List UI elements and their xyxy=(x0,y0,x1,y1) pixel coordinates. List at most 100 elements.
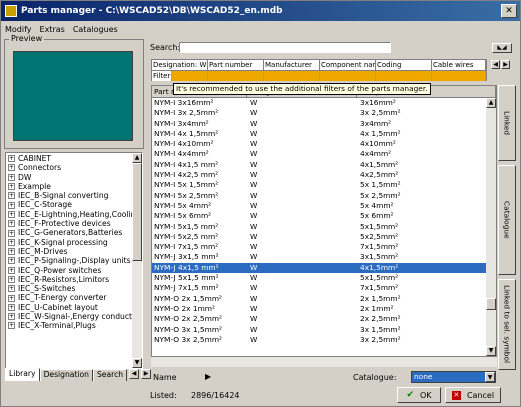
tree-item[interactable]: + DW xyxy=(8,173,142,182)
table-row[interactable]: NYM-O 2x 1mm² W 2x 1mm² xyxy=(152,304,496,314)
filter-col-part-number[interactable]: Part number xyxy=(208,60,264,71)
tree-item[interactable]: + Example xyxy=(8,182,142,191)
table-row[interactable]: NYM-O 2x 2,5mm² W 2x 2,5mm² xyxy=(152,314,496,324)
table-row[interactable]: NYM-J 3x1,5 mm² W 3x1,5mm² xyxy=(152,252,496,262)
expand-icon[interactable]: + xyxy=(8,322,15,330)
expand-icon[interactable]: + xyxy=(8,248,15,256)
expand-icon[interactable]: + xyxy=(8,303,15,311)
tree-item[interactable]: + IEC_E-Lightning,Heating,Cooling xyxy=(8,210,142,219)
table-row[interactable]: NYM-I 4x1,5 mm² W 4x1,5mm² xyxy=(152,160,496,170)
filter-col-manufacturer[interactable]: Manufacturer xyxy=(264,60,320,71)
tab-catalogue[interactable]: Catalogue xyxy=(498,165,516,275)
table-row[interactable]: NYM-J 5x1,5 mm² W 5x1,5mm² xyxy=(152,273,496,283)
tree-item[interactable]: + IEC_S-Switches xyxy=(8,284,142,293)
table-row[interactable]: NYM-I 3x16mm² W 3x16mm² xyxy=(152,98,496,108)
tree-item[interactable]: + IEC_M-Drives xyxy=(8,247,142,256)
tree-item[interactable]: + IEC_K-Signal processing xyxy=(8,238,142,247)
tree-item[interactable]: + IEC_T-Energy converter xyxy=(8,293,142,302)
list-hscrollbar[interactable] xyxy=(151,357,497,367)
name-arrow-icon[interactable]: ▶ xyxy=(205,372,211,381)
tree-item[interactable]: + IEC_R-Resistors,Limitors xyxy=(8,275,142,284)
tree-item[interactable]: + IEC_Q-Power switches xyxy=(8,266,142,275)
expand-icon[interactable]: + xyxy=(8,229,15,237)
tab-linked[interactable]: Linked xyxy=(498,85,516,161)
expand-icon[interactable]: + xyxy=(8,173,15,181)
filter-cell[interactable] xyxy=(264,71,320,81)
scroll-thumb[interactable] xyxy=(132,163,142,261)
table-row[interactable]: NYM-O 3x 2,5mm² W 3x 2,5mm² xyxy=(152,335,496,345)
expand-icon[interactable]: + xyxy=(8,220,15,228)
filter-prev-icon[interactable]: ◀ xyxy=(491,60,500,69)
menu-modify[interactable]: Modify xyxy=(1,25,36,34)
expand-icon[interactable]: + xyxy=(8,192,15,200)
ok-button[interactable]: ✔ OK xyxy=(397,387,441,403)
tree-item[interactable]: + IEC_B-Signal converting xyxy=(8,191,142,200)
table-row[interactable]: NYM-I 5x 6mm² W 5x 6mm² xyxy=(152,211,496,221)
expand-icon[interactable]: + xyxy=(8,257,15,265)
title-bar[interactable]: Parts manager - C:\WSCAD52\DB\WSCAD52_en… xyxy=(1,1,520,21)
filter-cell[interactable] xyxy=(376,71,432,81)
scroll-down-icon[interactable]: ▼ xyxy=(486,346,496,356)
tree-item[interactable]: + IEC_U-Cabinet layout xyxy=(8,303,142,312)
filter-col-component-name[interactable]: Component nam xyxy=(320,60,376,71)
expand-icon[interactable]: + xyxy=(8,164,15,172)
table-row[interactable]: NYM-I 5x 2,5mm² W 5x 2,5mm² xyxy=(152,191,496,201)
table-row[interactable]: NYM-I 7x1,5 mm² W 7x1,5mm² xyxy=(152,242,496,252)
expand-icon[interactable]: + xyxy=(8,238,15,246)
close-button[interactable]: ✕ xyxy=(501,4,517,18)
tree-item[interactable]: + IEC_W-Signal-,Energy conductor xyxy=(8,312,142,321)
filter-col-designation[interactable]: Designation: W xyxy=(152,60,208,71)
table-row[interactable]: NYM-I 3x 2,5mm² W 3x 2,5mm² xyxy=(152,108,496,118)
scroll-up-icon[interactable]: ▲ xyxy=(486,98,496,108)
expand-icon[interactable]: + xyxy=(8,285,15,293)
table-row[interactable]: NYM-I 4x 1,5mm² W 4x 1,5mm² xyxy=(152,129,496,139)
tab-prev-icon[interactable]: ◀ xyxy=(129,369,140,379)
table-row[interactable]: NYM-O 2x 1,5mm² W 2x 1,5mm² xyxy=(152,294,496,304)
expand-icon[interactable]: + xyxy=(8,210,15,218)
tree-item[interactable]: + IEC_X-Terminal,Plugs xyxy=(8,321,142,330)
tab-linked-to-symbol[interactable]: Linked to sel. symbol xyxy=(498,279,516,370)
tree-item[interactable]: + IEC_C-Storage xyxy=(8,200,142,209)
search-input[interactable] xyxy=(179,42,391,53)
scroll-up-icon[interactable]: ▲ xyxy=(132,153,142,163)
filter-cell[interactable] xyxy=(172,71,208,81)
table-row[interactable]: NYM-O 3x 1,5mm² W 3x 1,5mm² xyxy=(152,325,496,335)
expand-icon[interactable]: + xyxy=(8,155,15,163)
expand-icon[interactable]: + xyxy=(8,183,15,191)
expand-icon[interactable]: + xyxy=(8,294,15,302)
table-row[interactable]: NYM-I 5x2,5 mm² W 5x2,5mm² xyxy=(152,232,496,242)
table-row[interactable]: NYM-I 4x4mm² W 4x4mm² xyxy=(152,149,496,159)
tree-item[interactable]: + IEC_G-Generators,Batteries xyxy=(8,228,142,237)
filter-grid[interactable]: Designation: W Part number Manufacturer … xyxy=(151,59,487,81)
tree-scrollbar[interactable]: ▲ ▼ xyxy=(132,153,142,368)
tree-item[interactable]: + IEC_P-Signaling-,Display units xyxy=(8,256,142,265)
filter-col-cable-wires[interactable]: Cable wires xyxy=(432,60,486,71)
menu-catalogues[interactable]: Catalogues xyxy=(69,25,122,34)
table-row[interactable]: NYM-I 5x 4mm² W 5x 4mm² xyxy=(152,201,496,211)
filter-cell[interactable] xyxy=(208,71,264,81)
filter-cell[interactable] xyxy=(320,71,376,81)
expand-icon[interactable]: + xyxy=(8,201,15,209)
table-row[interactable]: NYM-I 5x 1,5mm² W 5x 1,5mm² xyxy=(152,180,496,190)
tree-item[interactable]: + CABINET xyxy=(8,154,142,163)
expand-icon[interactable]: + xyxy=(8,276,15,283)
tab-next-icon[interactable]: ▶ xyxy=(141,369,152,379)
tree-item[interactable]: + Connectors xyxy=(8,163,142,172)
expand-icon[interactable]: + xyxy=(8,313,15,321)
tree-item[interactable]: + IEC_F-Protective devices xyxy=(8,219,142,228)
scroll-down-icon[interactable]: ▼ xyxy=(132,358,142,368)
table-row[interactable]: NYM-I 4x2,5 mm² W 4x2,5mm² xyxy=(152,170,496,180)
library-tree[interactable]: + CABINET + Connectors + DW + Example + IEC_B-Sig… xyxy=(5,152,143,369)
filter-cell[interactable] xyxy=(432,71,486,81)
tab-designation[interactable]: Designation xyxy=(39,369,93,381)
filter-col-coding[interactable]: Coding xyxy=(376,60,432,71)
cancel-button[interactable]: ✕ Cancel xyxy=(445,387,501,403)
chevron-down-icon[interactable]: ▼ xyxy=(485,372,495,382)
tab-library[interactable]: Library xyxy=(5,368,40,381)
table-row[interactable]: NYM-I 3x4mm² W 3x4mm² xyxy=(152,119,496,129)
menu-extras[interactable]: Extras xyxy=(36,25,69,34)
expand-icon[interactable]: + xyxy=(8,266,15,274)
sort-toggle-button[interactable]: ◣◢ xyxy=(492,43,512,53)
table-row[interactable]: NYM-I 4x10mm² W 4x10mm² xyxy=(152,139,496,149)
scroll-thumb[interactable] xyxy=(486,298,496,310)
